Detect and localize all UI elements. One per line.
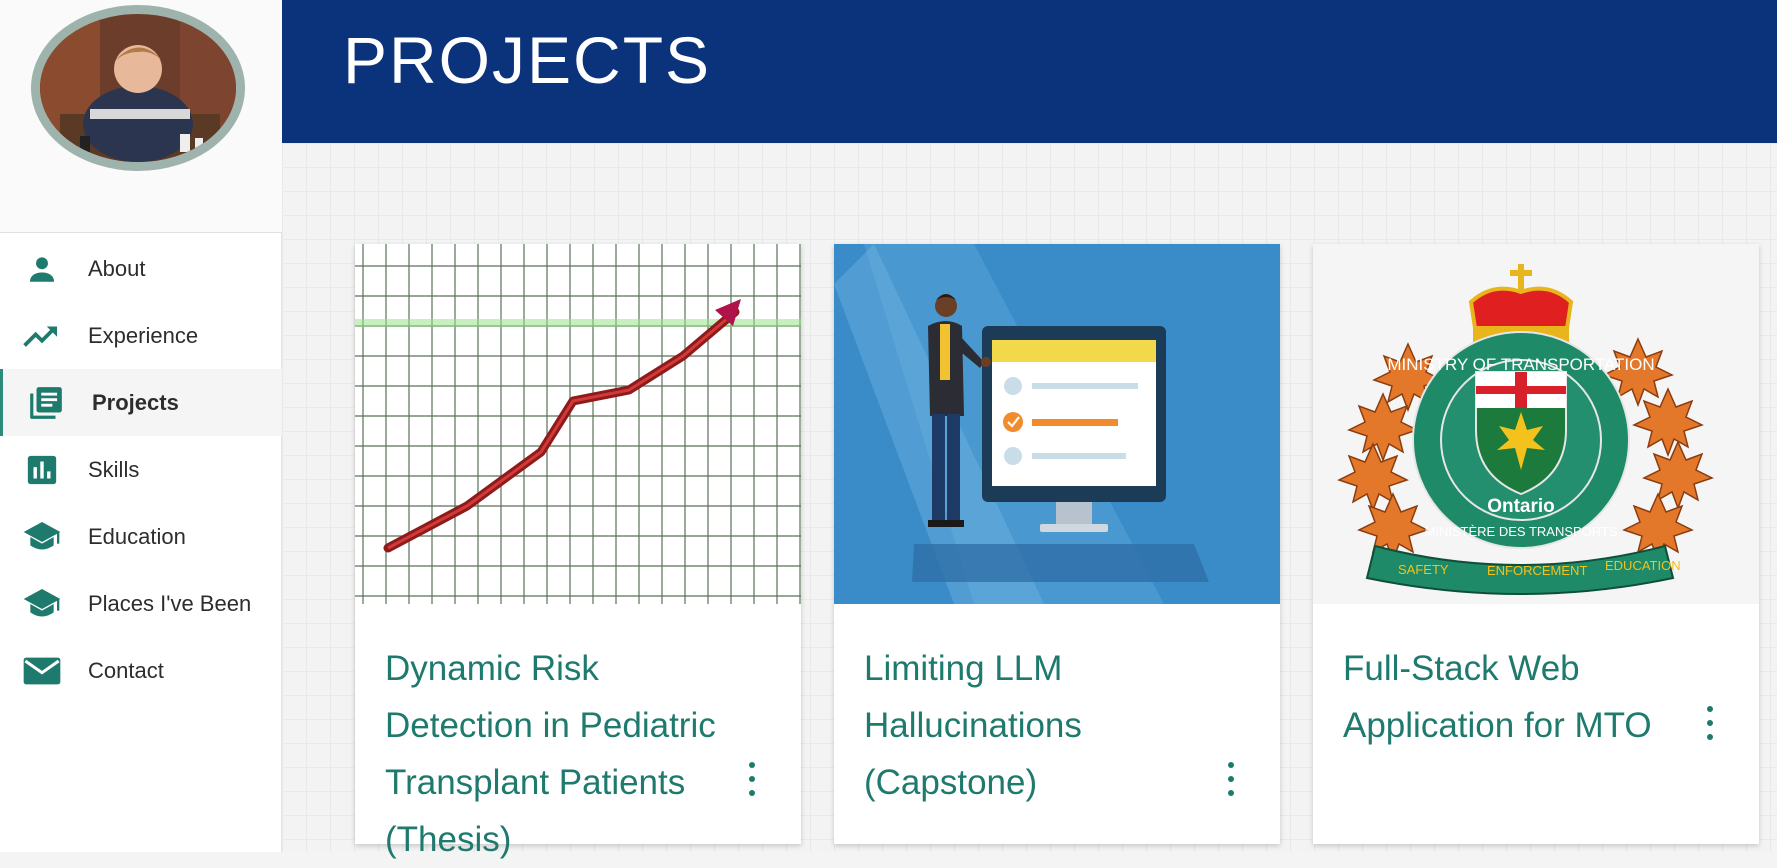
presenter-checklist-graphic	[834, 244, 1280, 604]
profile-area	[0, 0, 282, 233]
sidebar-nav: About Experience Projects Skills Educati…	[0, 235, 282, 704]
library-books-icon	[26, 383, 66, 423]
mail-icon	[22, 651, 62, 691]
more-vert-icon[interactable]	[742, 762, 762, 796]
school-icon	[22, 517, 62, 557]
sidebar-item-label: Projects	[92, 389, 179, 415]
person-icon	[22, 249, 62, 289]
sidebar-item-label: Contact	[88, 657, 164, 683]
project-card-capstone[interactable]: Limiting LLM Hallucinations (Capstone)	[834, 244, 1280, 844]
trending-up-icon	[22, 316, 62, 356]
project-card-thesis[interactable]: Dynamic Risk Detection in Pediatric Tran…	[355, 244, 801, 859]
project-title[interactable]: Limiting LLM Hallucinations (Capstone)	[864, 640, 1204, 811]
rising-chart-graphic	[355, 244, 801, 604]
sidebar-item-skills[interactable]: Skills	[0, 436, 282, 503]
mto-banner-text: EDUCATION	[1605, 558, 1681, 573]
project-title[interactable]: Dynamic Risk Detection in Pediatric Tran…	[385, 640, 725, 868]
sidebar: About Experience Projects Skills Educati…	[0, 0, 282, 852]
more-vert-icon[interactable]	[1700, 706, 1720, 740]
sidebar-item-places[interactable]: Places I've Been	[0, 570, 282, 637]
mto-banner-text: ENFORCEMENT	[1487, 563, 1587, 578]
sidebar-item-experience[interactable]: Experience	[0, 302, 282, 369]
sidebar-item-about[interactable]: About	[0, 235, 282, 302]
sidebar-item-label: Experience	[88, 322, 199, 348]
sidebar-item-contact[interactable]: Contact	[0, 637, 282, 704]
sidebar-item-projects[interactable]: Projects	[0, 369, 282, 436]
mto-crest-logo: MINISTRY OF TRANSPORTATION Ontario MINIS…	[1313, 244, 1759, 604]
mto-ring-bottom-text: MINISTÈRE DES TRANSPORTS	[1424, 524, 1617, 539]
school-icon	[22, 584, 62, 624]
profile-photo	[40, 14, 236, 162]
project-title[interactable]: Full-Stack Web Application for MTO	[1343, 640, 1683, 754]
more-vert-icon[interactable]	[1221, 762, 1241, 796]
page-header: PROJECTS	[282, 0, 1777, 143]
avatar	[31, 5, 245, 171]
bar-chart-icon	[22, 450, 62, 490]
sidebar-item-label: About	[88, 255, 146, 281]
sidebar-item-label: Places I've Been	[88, 590, 252, 616]
sidebar-item-label: Education	[88, 523, 186, 549]
sidebar-item-label: Skills	[88, 456, 140, 482]
project-card-mto[interactable]: MINISTRY OF TRANSPORTATION Ontario MINIS…	[1313, 244, 1759, 844]
mto-ring-top-text: MINISTRY OF TRANSPORTATION	[1387, 355, 1654, 374]
mto-center-text: Ontario	[1487, 496, 1555, 517]
mto-banner-text: SAFETY	[1398, 562, 1449, 577]
sidebar-item-education[interactable]: Education	[0, 503, 282, 570]
page-title: PROJECTS	[343, 23, 712, 97]
